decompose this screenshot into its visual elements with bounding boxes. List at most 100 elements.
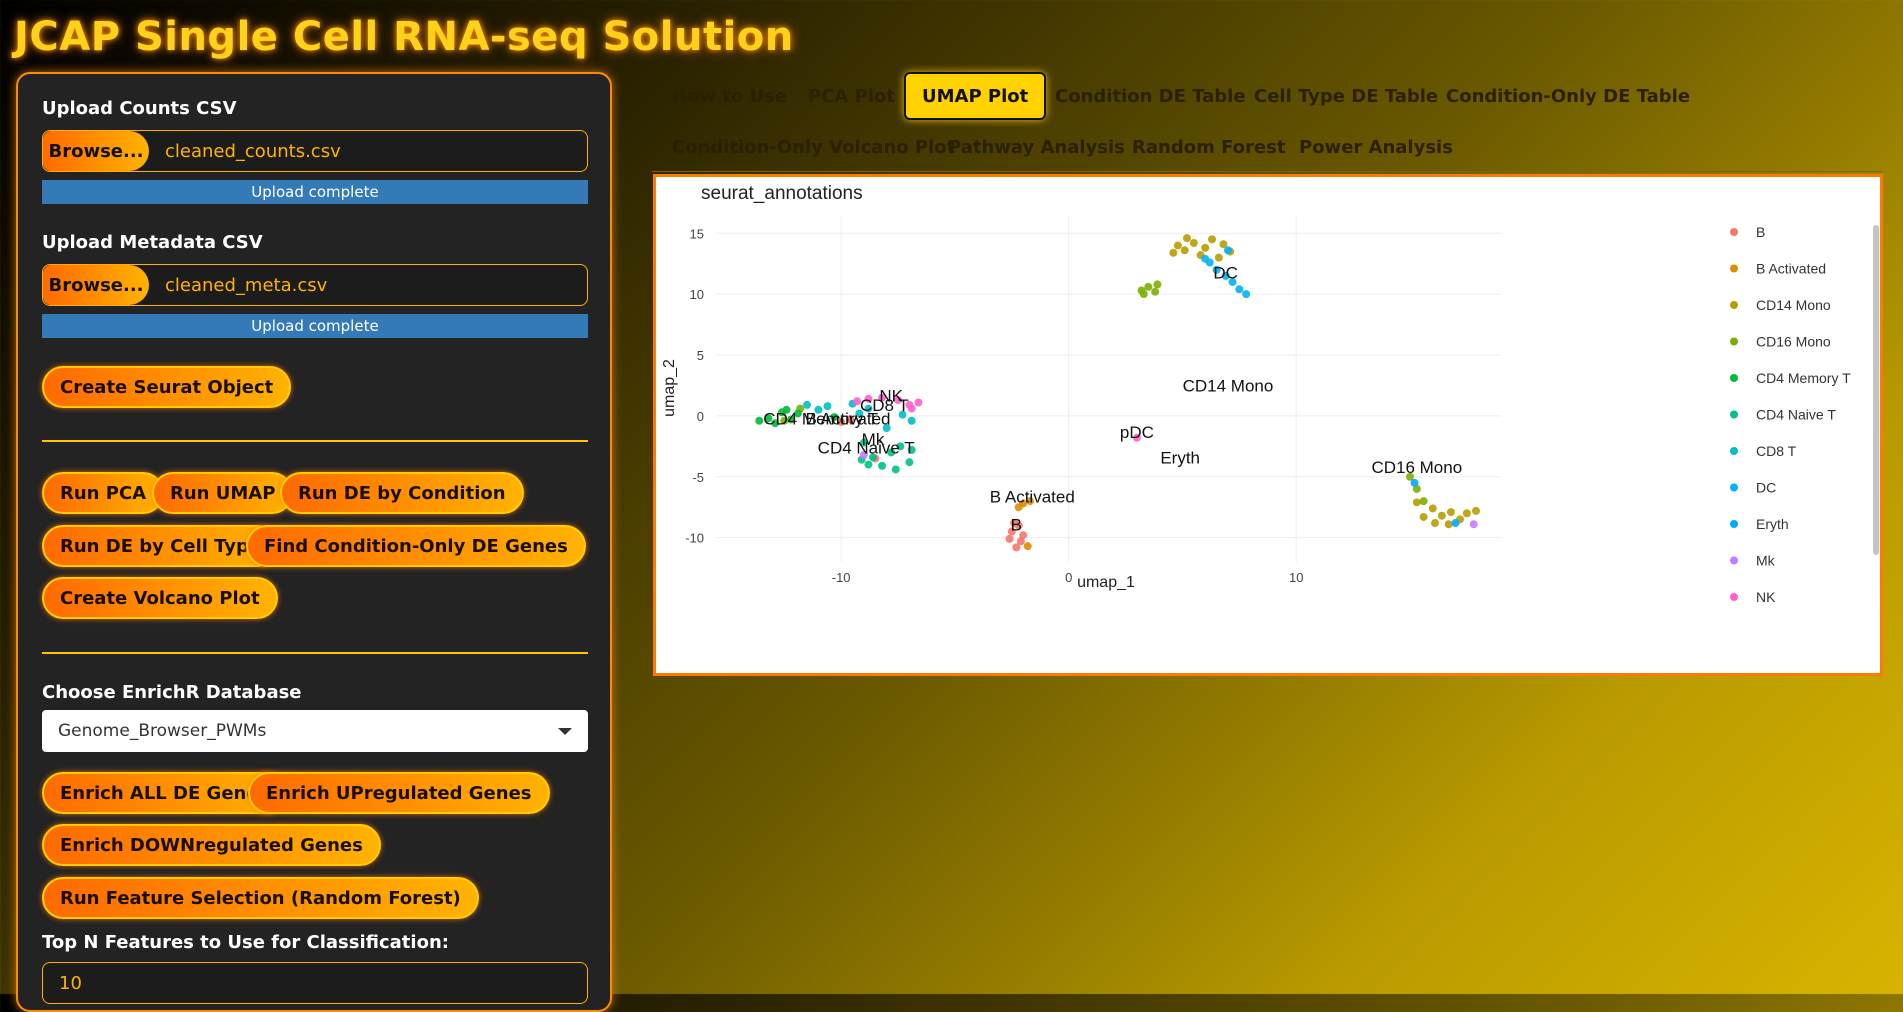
- data-point: [1151, 287, 1160, 296]
- data-point: [1419, 497, 1428, 506]
- data-point: [1428, 504, 1437, 513]
- create-volcano-button[interactable]: Create Volcano Plot: [42, 577, 278, 619]
- cluster-label: CD14 Mono: [1183, 377, 1274, 396]
- find-condition-only-button[interactable]: Find Condition-Only DE Genes: [246, 525, 586, 567]
- cluster-label: CD16 Mono: [1371, 458, 1462, 477]
- run-de-condition-button[interactable]: Run DE by Condition: [280, 472, 524, 514]
- x-tick-label: -10: [832, 570, 851, 585]
- data-point: [1180, 246, 1189, 255]
- tab-celltype-de-table[interactable]: Cell Type DE Table: [1238, 74, 1454, 118]
- cluster-label: CD4 Naive T: [818, 439, 915, 458]
- legend-item-label: CD8 T: [1756, 443, 1797, 459]
- legend-marker: [1730, 264, 1738, 273]
- cluster-label: pDC: [1120, 423, 1154, 442]
- data-point: [1451, 519, 1460, 528]
- data-point: [1201, 254, 1210, 263]
- data-point: [1431, 519, 1440, 528]
- enrichr-selected-value: Genome_Browser_PWMs: [58, 721, 267, 741]
- data-point: [891, 465, 900, 474]
- upload-metadata-label: Upload Metadata CSV: [42, 232, 263, 253]
- data-point: [1183, 234, 1191, 243]
- data-point: [1144, 282, 1153, 291]
- data-point: [1410, 478, 1419, 487]
- legend-item-label: Mk: [1756, 553, 1776, 569]
- data-point: [1412, 498, 1421, 507]
- x-tick-label: 10: [1289, 570, 1303, 585]
- tab-pca-plot[interactable]: PCA Plot: [792, 74, 911, 118]
- data-point: [1471, 506, 1480, 515]
- umap-plot-panel[interactable]: seurat_annotations -10 0 10 15 10 5 0 -5 -10 umap_…: [653, 174, 1883, 676]
- tab-power-analysis[interactable]: Power Analysis: [1283, 125, 1469, 169]
- cluster-label: DC: [1213, 263, 1238, 282]
- chart-title: seurat_annotations: [701, 183, 863, 204]
- data-point: [1169, 248, 1178, 257]
- data-point: [1462, 509, 1471, 518]
- data-point: [905, 458, 914, 467]
- y-tick-label: 10: [690, 287, 704, 302]
- legend-item-label: Eryth: [1756, 516, 1789, 532]
- data-point: [1446, 508, 1455, 517]
- legend-item-label: B: [1756, 224, 1765, 240]
- data-point: [1189, 239, 1198, 248]
- counts-filename: cleaned_counts.csv: [165, 140, 341, 162]
- legend-marker: [1730, 593, 1738, 601]
- counts-file-input[interactable]: Browse... cleaned_counts.csv: [42, 130, 588, 172]
- cluster-label: B Activated: [990, 487, 1075, 506]
- create-seurat-button[interactable]: Create Seurat Object: [42, 366, 292, 408]
- data-point: [1444, 520, 1453, 529]
- y-tick-label: -5: [692, 470, 704, 485]
- umap-plot[interactable]: seurat_annotations -10 0 10 15 10 5 0 -5 -10 umap_…: [656, 177, 1880, 673]
- legend-marker: [1730, 228, 1738, 236]
- tab-condition-only-de-table[interactable]: Condition-Only DE Table: [1430, 74, 1706, 118]
- counts-browse-button[interactable]: Browse...: [43, 131, 149, 171]
- data-point: [1469, 520, 1478, 529]
- divider: [42, 652, 588, 654]
- metadata-browse-button[interactable]: Browse...: [43, 265, 149, 305]
- legend-marker: [1730, 337, 1738, 346]
- topn-label: Top N Features to Use for Classification…: [42, 932, 449, 953]
- enrichr-label: Choose EnrichR Database: [42, 682, 302, 703]
- tab-pathway-analysis[interactable]: Pathway Analysis: [932, 125, 1141, 169]
- run-umap-button[interactable]: Run UMAP: [152, 472, 294, 514]
- enrich-down-button[interactable]: Enrich DOWNregulated Genes: [42, 824, 381, 866]
- data-point: [755, 416, 764, 425]
- data-point: [1437, 511, 1446, 520]
- y-tick-label: -10: [685, 531, 704, 546]
- data-point: [1235, 285, 1244, 294]
- legend-marker: [1730, 374, 1738, 382]
- run-random-forest-button[interactable]: Run Feature Selection (Random Forest): [42, 877, 479, 919]
- enrich-up-button[interactable]: Enrich UPregulated Genes: [248, 772, 550, 814]
- data-point: [1005, 534, 1014, 543]
- legend-item-label: DC: [1756, 480, 1776, 496]
- tab-how-to-use[interactable]: How to Use: [656, 74, 803, 118]
- y-tick-label: 0: [697, 409, 704, 424]
- metadata-filename: cleaned_meta.csv: [165, 274, 328, 296]
- legend-scrollbar[interactable]: [1873, 225, 1879, 555]
- run-de-celltype-button[interactable]: Run DE by Cell Type: [42, 525, 280, 567]
- divider: [42, 440, 588, 442]
- tab-condition-only-volcano[interactable]: Condition-Only Volcano Plot: [656, 125, 971, 169]
- topn-input[interactable]: 10: [42, 962, 588, 1004]
- x-tick-label: 0: [1065, 570, 1072, 585]
- data-point: [1173, 241, 1182, 250]
- chevron-down-icon: [558, 727, 572, 735]
- run-pca-button[interactable]: Run PCA: [42, 472, 165, 514]
- metadata-upload-progress: Upload complete: [42, 314, 588, 338]
- data-point: [907, 416, 916, 425]
- y-axis-label: umap_2: [661, 359, 678, 417]
- enrichr-database-select[interactable]: Genome_Browser_PWMs: [42, 710, 588, 752]
- data-point: [907, 404, 916, 413]
- tab-umap-plot[interactable]: UMAP Plot: [904, 72, 1047, 120]
- data-point: [1223, 246, 1232, 255]
- metadata-file-input[interactable]: Browse... cleaned_meta.csv: [42, 264, 588, 306]
- data-point: [1214, 253, 1223, 262]
- data-point: [1201, 243, 1210, 252]
- app-title: JCAP Single Cell RNA-seq Solution: [14, 14, 794, 60]
- cluster-label: Eryth: [1160, 448, 1200, 467]
- upload-counts-label: Upload Counts CSV: [42, 98, 237, 119]
- legend-item-label: CD16 Mono: [1756, 334, 1831, 350]
- tab-random-forest[interactable]: Random Forest: [1116, 125, 1301, 169]
- tab-condition-de-table[interactable]: Condition DE Table: [1039, 74, 1262, 118]
- legend-marker: [1730, 556, 1738, 565]
- data-point: [1012, 543, 1021, 552]
